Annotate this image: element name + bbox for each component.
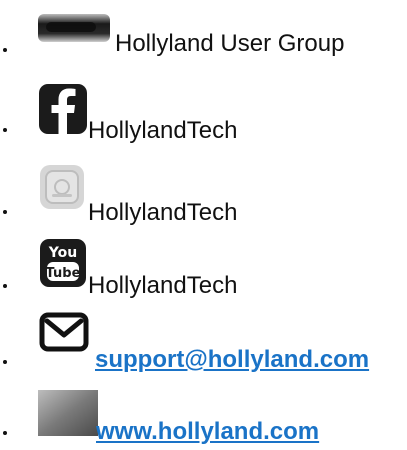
svg-text:You: You xyxy=(48,245,77,261)
bullet xyxy=(3,48,7,52)
youtube-icon[interactable]: You Tube xyxy=(38,238,90,288)
bullet xyxy=(3,431,7,435)
bullet xyxy=(3,128,7,132)
list-item: HollylandTech xyxy=(0,152,407,226)
list-item: support@hollyland.com xyxy=(0,308,407,373)
svg-text:Tube: Tube xyxy=(46,266,81,281)
instagram-label: HollylandTech xyxy=(88,199,238,226)
list-item: Hollyland User Group xyxy=(0,0,407,60)
instagram-icon[interactable] xyxy=(38,164,88,212)
website-icon[interactable] xyxy=(38,390,98,436)
user-group-label: Hollyland User Group xyxy=(115,30,345,57)
facebook-icon[interactable] xyxy=(38,83,88,135)
list-item: You Tube HollylandTech xyxy=(0,230,407,299)
bullet xyxy=(3,360,7,364)
youtube-label: HollylandTech xyxy=(88,272,238,299)
user-group-icon[interactable] xyxy=(38,8,110,48)
email-link[interactable]: support@hollyland.com xyxy=(95,346,369,374)
bullet xyxy=(3,210,7,214)
website-link[interactable]: www.hollyland.com xyxy=(96,418,319,446)
facebook-label: HollylandTech xyxy=(88,117,238,144)
mail-icon[interactable] xyxy=(38,312,92,354)
list-item: www.hollyland.com xyxy=(0,382,407,445)
list-item: HollylandTech xyxy=(0,75,407,144)
bullet xyxy=(3,284,7,288)
